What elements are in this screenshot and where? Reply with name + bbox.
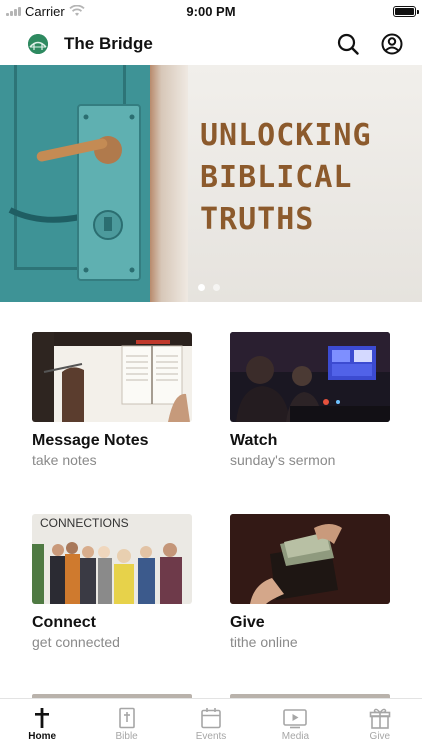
give-image bbox=[230, 514, 390, 604]
battery-icon bbox=[392, 5, 419, 17]
wifi-icon bbox=[69, 5, 85, 16]
bottom-tab-bar: Home Bible Events Media Give bbox=[0, 698, 422, 750]
app-title: The Bridge bbox=[64, 34, 153, 53]
calendar-icon bbox=[201, 708, 221, 729]
cross-icon bbox=[35, 708, 50, 728]
status-bar: Carrier 9:00 PM bbox=[0, 0, 422, 22]
app-bar: The Bridge bbox=[0, 24, 422, 64]
hero-carousel[interactable]: UNLOCKING BIBLICAL TRUTHS bbox=[0, 65, 422, 302]
bible-icon bbox=[118, 707, 135, 729]
tab-label: Bible bbox=[115, 731, 138, 742]
card-watch[interactable]: Watch sunday's sermon bbox=[230, 332, 390, 468]
tab-events[interactable]: Events bbox=[169, 699, 253, 750]
tab-bible[interactable]: Bible bbox=[84, 699, 168, 750]
tab-home[interactable]: Home bbox=[0, 699, 84, 750]
user-circle-icon bbox=[381, 33, 403, 55]
card-connect[interactable]: CONNECTIONS Connect get connected bbox=[32, 514, 192, 650]
card-subtitle: take notes bbox=[32, 452, 97, 468]
tab-media[interactable]: Media bbox=[253, 699, 337, 750]
card-subtitle: tithe online bbox=[230, 634, 298, 650]
search-icon bbox=[337, 33, 359, 55]
card-title: Watch bbox=[230, 432, 278, 449]
carousel-dots bbox=[198, 284, 220, 291]
hero-title-line: BIBLICAL bbox=[200, 160, 353, 195]
search-button[interactable] bbox=[332, 28, 364, 60]
play-icon bbox=[283, 709, 308, 729]
hero-door-frame bbox=[150, 65, 188, 302]
signal-icon bbox=[6, 6, 21, 16]
carousel-dot-active[interactable] bbox=[198, 284, 205, 291]
profile-button[interactable] bbox=[376, 28, 408, 60]
card-subtitle: sunday's sermon bbox=[230, 452, 336, 468]
hero-title: UNLOCKING BIBLICAL TRUTHS bbox=[200, 115, 410, 241]
connect-image: CONNECTIONS bbox=[32, 514, 192, 604]
watch-image bbox=[230, 332, 390, 422]
carrier-label: Carrier bbox=[25, 3, 65, 19]
card-title: Message Notes bbox=[32, 432, 149, 449]
card-title: Give bbox=[230, 614, 265, 631]
card-give[interactable]: Give tithe online bbox=[230, 514, 390, 650]
tab-label: Media bbox=[281, 731, 310, 742]
tab-give[interactable]: Give bbox=[338, 699, 422, 750]
tab-label: Events bbox=[195, 731, 227, 742]
card-title: Connect bbox=[32, 614, 96, 631]
status-right bbox=[276, 5, 419, 17]
message-notes-image bbox=[32, 332, 192, 422]
tab-label: Give bbox=[369, 731, 391, 742]
gift-icon bbox=[369, 708, 391, 729]
tab-label: Home bbox=[28, 731, 57, 742]
hero-title-line: UNLOCKING bbox=[200, 118, 372, 153]
status-time: 9:00 PM bbox=[186, 3, 236, 19]
connections-sign: CONNECTIONS bbox=[40, 516, 129, 530]
app-logo bbox=[28, 34, 48, 54]
hero-title-line: TRUTHS bbox=[200, 202, 315, 237]
hero-door-image bbox=[0, 65, 150, 302]
card-message-notes[interactable]: Message Notes take notes bbox=[32, 332, 192, 468]
card-subtitle: get connected bbox=[32, 634, 120, 650]
status-left: Carrier bbox=[6, 4, 146, 19]
carousel-dot[interactable] bbox=[213, 284, 220, 291]
